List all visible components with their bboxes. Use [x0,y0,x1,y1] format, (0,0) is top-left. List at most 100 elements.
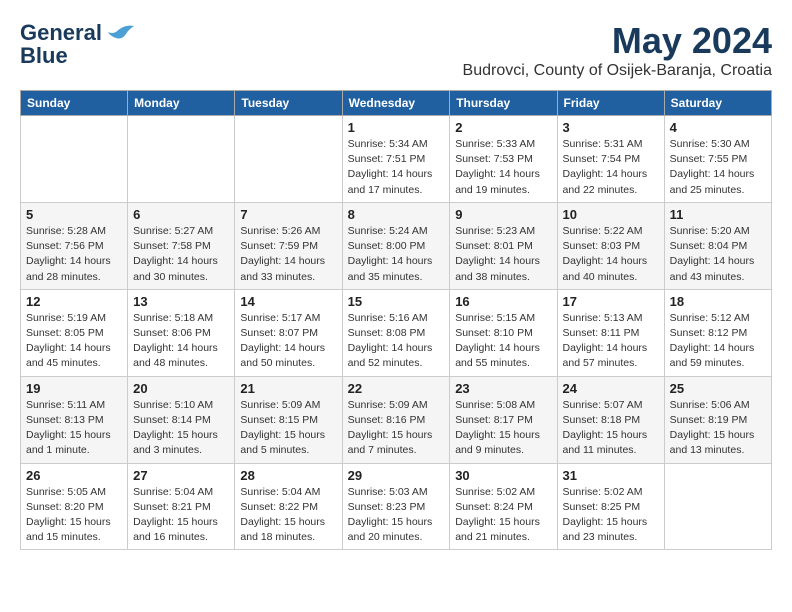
logo-general: General [20,20,102,45]
calendar-day-21: 21 Sunrise: 5:09 AMSunset: 8:15 PMDayligh… [235,376,342,463]
calendar-day-31: 31 Sunrise: 5:02 AMSunset: 8:25 PMDayligh… [557,463,664,550]
weekday-header-wednesday: Wednesday [342,91,450,116]
day-info: Sunrise: 5:17 AMSunset: 8:07 PMDaylight:… [240,311,336,372]
calendar-day-23: 23Sunrise: 5:08 AMSunset: 8:17 PMDayligh… [450,376,557,463]
day-number: 8 [348,207,445,222]
calendar-day-4: 4 Sunrise: 5:30 AMSunset: 7:55 PMDaylight… [664,116,771,203]
calendar-day-6: 6 Sunrise: 5:27 AMSunset: 7:58 PMDaylight… [128,202,235,289]
calendar-day-1: 1 Sunrise: 5:34 AMSunset: 7:51 PMDaylight… [342,116,450,203]
calendar-day-18: 18 Sunrise: 5:12 AMSunset: 8:12 PMDayligh… [664,289,771,376]
calendar-day-3: 3Sunrise: 5:31 AMSunset: 7:54 PMDaylight… [557,116,664,203]
calendar-day-14: 14 Sunrise: 5:17 AMSunset: 8:07 PMDayligh… [235,289,342,376]
calendar-day-9: 9 Sunrise: 5:23 AMSunset: 8:01 PMDaylight… [450,202,557,289]
day-info: Sunrise: 5:16 AMSunset: 8:08 PMDaylight:… [348,311,445,372]
logo-blue: Blue [20,43,68,69]
calendar-week-row: 5 Sunrise: 5:28 AMSunset: 7:56 PMDaylight… [21,202,772,289]
day-number: 2 [455,120,551,135]
day-info: Sunrise: 5:20 AMSunset: 8:04 PMDaylight:… [670,224,766,285]
calendar-empty-cell [664,463,771,550]
day-info: Sunrise: 5:15 AMSunset: 8:10 PMDaylight:… [455,311,551,372]
day-number: 25 [670,381,766,396]
calendar-day-10: 10 Sunrise: 5:22 AMSunset: 8:03 PMDayligh… [557,202,664,289]
weekday-header-friday: Friday [557,91,664,116]
calendar-table: SundayMondayTuesdayWednesdayThursdayFrid… [20,90,772,550]
day-info: Sunrise: 5:02 AMSunset: 8:24 PMDaylight:… [455,485,551,546]
calendar-day-11: 11 Sunrise: 5:20 AMSunset: 8:04 PMDayligh… [664,202,771,289]
location-subtitle: Budrovci, County of Osijek-Baranja, Croa… [463,62,772,80]
day-info: Sunrise: 5:12 AMSunset: 8:12 PMDaylight:… [670,311,766,372]
calendar-day-17: 17 Sunrise: 5:13 AMSunset: 8:11 PMDayligh… [557,289,664,376]
calendar-day-16: 16 Sunrise: 5:15 AMSunset: 8:10 PMDayligh… [450,289,557,376]
day-number: 4 [670,120,766,135]
day-info: Sunrise: 5:23 AMSunset: 8:01 PMDaylight:… [455,224,551,285]
day-info: Sunrise: 5:27 AMSunset: 7:58 PMDaylight:… [133,224,229,285]
calendar-week-row: 1 Sunrise: 5:34 AMSunset: 7:51 PMDaylight… [21,116,772,203]
calendar-day-24: 24 Sunrise: 5:07 AMSunset: 8:18 PMDayligh… [557,376,664,463]
day-info: Sunrise: 5:04 AMSunset: 8:21 PMDaylight:… [133,485,229,546]
day-number: 10 [563,207,659,222]
calendar-week-row: 19Sunrise: 5:11 AMSunset: 8:13 PMDayligh… [21,376,772,463]
calendar-day-19: 19Sunrise: 5:11 AMSunset: 8:13 PMDayligh… [21,376,128,463]
weekday-header-thursday: Thursday [450,91,557,116]
calendar-day-27: 27 Sunrise: 5:04 AMSunset: 8:21 PMDayligh… [128,463,235,550]
day-number: 1 [348,120,445,135]
day-number: 21 [240,381,336,396]
calendar-day-5: 5 Sunrise: 5:28 AMSunset: 7:56 PMDaylight… [21,202,128,289]
day-number: 9 [455,207,551,222]
title-block: May 2024 Budrovci, County of Osijek-Bara… [463,20,772,80]
logo: General Blue [20,20,134,69]
day-number: 15 [348,294,445,309]
day-number: 3 [563,120,659,135]
day-number: 11 [670,207,766,222]
day-info: Sunrise: 5:30 AMSunset: 7:55 PMDaylight:… [670,137,766,198]
month-year-title: May 2024 [463,20,772,62]
day-info: Sunrise: 5:04 AMSunset: 8:22 PMDaylight:… [240,485,336,546]
calendar-day-12: 12 Sunrise: 5:19 AMSunset: 8:05 PMDayligh… [21,289,128,376]
calendar-empty-cell [21,116,128,203]
day-number: 31 [563,468,659,483]
logo-bird-icon [106,22,134,42]
day-number: 5 [26,207,122,222]
day-info: Sunrise: 5:34 AMSunset: 7:51 PMDaylight:… [348,137,445,198]
day-number: 16 [455,294,551,309]
weekday-header-monday: Monday [128,91,235,116]
day-info: Sunrise: 5:10 AMSunset: 8:14 PMDaylight:… [133,398,229,459]
day-number: 27 [133,468,229,483]
weekday-header-tuesday: Tuesday [235,91,342,116]
day-number: 7 [240,207,336,222]
calendar-day-13: 13Sunrise: 5:18 AMSunset: 8:06 PMDayligh… [128,289,235,376]
day-info: Sunrise: 5:26 AMSunset: 7:59 PMDaylight:… [240,224,336,285]
day-number: 12 [26,294,122,309]
day-info: Sunrise: 5:11 AMSunset: 8:13 PMDaylight:… [26,398,122,459]
calendar-day-15: 15 Sunrise: 5:16 AMSunset: 8:08 PMDayligh… [342,289,450,376]
calendar-day-8: 8Sunrise: 5:24 AMSunset: 8:00 PMDaylight… [342,202,450,289]
day-info: Sunrise: 5:19 AMSunset: 8:05 PMDaylight:… [26,311,122,372]
calendar-day-20: 20 Sunrise: 5:10 AMSunset: 8:14 PMDayligh… [128,376,235,463]
day-number: 13 [133,294,229,309]
day-number: 23 [455,381,551,396]
day-number: 29 [348,468,445,483]
weekday-header-saturday: Saturday [664,91,771,116]
day-info: Sunrise: 5:28 AMSunset: 7:56 PMDaylight:… [26,224,122,285]
day-number: 6 [133,207,229,222]
day-number: 18 [670,294,766,309]
calendar-day-26: 26 Sunrise: 5:05 AMSunset: 8:20 PMDayligh… [21,463,128,550]
day-info: Sunrise: 5:05 AMSunset: 8:20 PMDaylight:… [26,485,122,546]
day-number: 26 [26,468,122,483]
weekday-header-sunday: Sunday [21,91,128,116]
day-number: 14 [240,294,336,309]
calendar-week-row: 12 Sunrise: 5:19 AMSunset: 8:05 PMDayligh… [21,289,772,376]
day-number: 24 [563,381,659,396]
calendar-day-22: 22Sunrise: 5:09 AMSunset: 8:16 PMDayligh… [342,376,450,463]
day-info: Sunrise: 5:02 AMSunset: 8:25 PMDaylight:… [563,485,659,546]
day-info: Sunrise: 5:07 AMSunset: 8:18 PMDaylight:… [563,398,659,459]
day-number: 20 [133,381,229,396]
calendar-empty-cell [235,116,342,203]
day-number: 17 [563,294,659,309]
day-info: Sunrise: 5:09 AMSunset: 8:15 PMDaylight:… [240,398,336,459]
weekday-header-row: SundayMondayTuesdayWednesdayThursdayFrid… [21,91,772,116]
day-info: Sunrise: 5:09 AMSunset: 8:16 PMDaylight:… [348,398,445,459]
day-info: Sunrise: 5:22 AMSunset: 8:03 PMDaylight:… [563,224,659,285]
day-info: Sunrise: 5:13 AMSunset: 8:11 PMDaylight:… [563,311,659,372]
day-info: Sunrise: 5:06 AMSunset: 8:19 PMDaylight:… [670,398,766,459]
